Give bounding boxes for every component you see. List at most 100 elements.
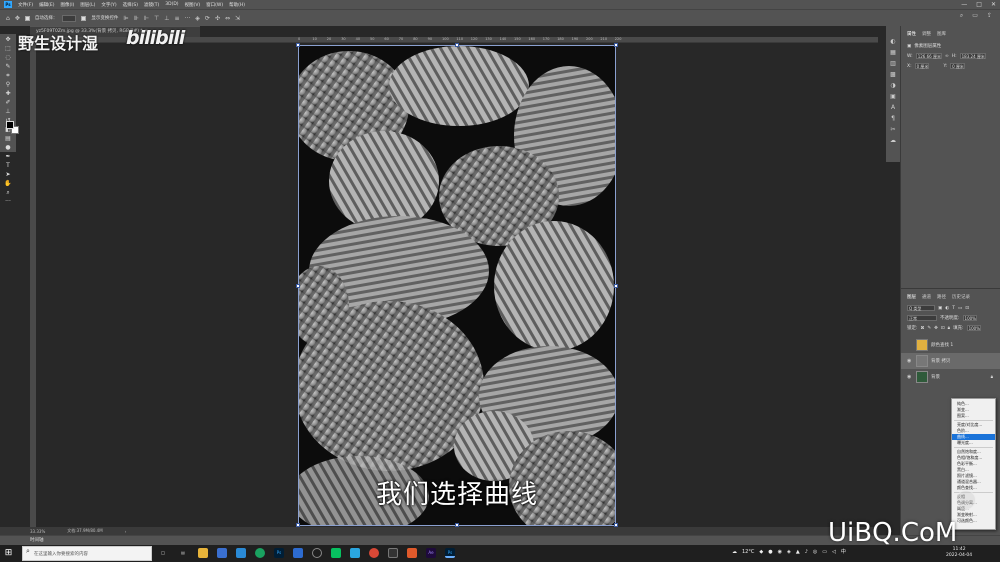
menu-item-3d[interactable]: 3D(D) [165,2,178,7]
pen-tool-icon[interactable]: ✒ [0,153,16,160]
stamp-tool-icon[interactable]: ⊥ [0,108,16,115]
tab-paths[interactable]: 路径 [937,294,946,300]
visibility-eye-icon[interactable]: ◉ [907,358,913,364]
gradient-tool-icon[interactable]: ▤ [0,135,16,142]
marquee-tool-icon[interactable]: ⬚ [0,45,16,52]
photoshop-active-icon[interactable]: Ps [445,548,455,558]
menu-item-view[interactable]: 视图(V) [185,2,201,8]
auto-select-checkbox[interactable] [24,15,30,21]
menu-item-help[interactable]: 帮助(H) [229,2,245,8]
height-field[interactable]: 183.24 厘米 [959,53,986,59]
photoshop-taskbar-icon[interactable]: Ps [274,548,284,558]
app-icon[interactable] [293,548,303,558]
blend-mode-dropdown[interactable]: 正常 [907,315,937,321]
brush-tool-icon[interactable]: ✐ [0,99,16,106]
lock-artboard-icon[interactable]: ⊡ [941,326,945,331]
doc-size-readout[interactable]: 文档:37.9M/80.4M [67,528,102,534]
tray-app-icon[interactable]: ◈ [787,549,791,555]
menu-item-edit[interactable]: 编辑(E) [39,2,54,8]
tray-app-icon[interactable]: ◎ [813,549,817,555]
3d-rotate-icon[interactable]: ⟳ [205,15,210,22]
color-panel-icon[interactable]: ◐ [890,38,895,46]
align-middle-icon[interactable]: ⊥ [164,15,169,22]
status-arrow-icon[interactable]: › [125,529,127,534]
lock-position-icon[interactable]: ✥ [934,326,938,331]
show-transform-checkbox[interactable] [81,15,87,21]
foreground-color-swatch[interactable] [6,121,14,129]
windows-start-icon[interactable]: ⊞ [3,548,14,559]
healing-brush-icon[interactable]: ✚ [0,90,16,97]
zoom-readout[interactable]: 33.33% [30,529,45,534]
app-icon[interactable] [407,548,417,558]
align-center-icon[interactable]: ⊪ [134,15,139,22]
lock-paint-icon[interactable]: ✎ [927,326,931,331]
file-explorer-icon[interactable] [198,548,208,558]
eyedropper-tool-icon[interactable]: ⚲ [0,81,16,88]
transform-handle[interactable] [614,43,618,47]
layer-filter-dropdown[interactable]: Q 类型 [907,305,935,311]
ime-icon[interactable]: 中 [841,548,846,555]
tab-adjustments[interactable]: 调整 [922,31,931,37]
width-field[interactable]: 126.66 厘米 [915,53,942,59]
menu-item-layer[interactable]: 图层(L) [80,2,95,8]
more-options-icon[interactable]: ··· [185,15,191,22]
3d-slide-icon[interactable]: ⇔ [225,15,230,22]
hand-tool-icon[interactable]: ✋ [0,180,16,187]
link-icon[interactable]: ∞ [945,54,949,59]
align-right-icon[interactable]: ⊩ [144,15,149,22]
tray-app-icon[interactable]: ◉ [778,549,782,555]
menu-item-color-lookup[interactable]: 颜色查找... [952,485,995,491]
fill-field[interactable]: 100% [966,325,982,331]
wechat-icon[interactable] [331,548,341,558]
transform-handle[interactable] [614,284,618,288]
tab-libraries[interactable]: 图库 [937,31,946,37]
menu-item-filter[interactable]: 滤镜(T) [144,2,159,8]
paragraph-panel-icon[interactable]: ¶ [891,115,895,123]
dodge-tool-icon[interactable]: ● [0,144,16,151]
menu-item-image[interactable]: 图像(I) [60,2,74,8]
volume-icon[interactable]: ◁ [832,549,836,555]
quick-select-tool-icon[interactable]: ✎ [0,63,16,70]
3d-mode-icon[interactable]: ◈ [195,15,200,22]
menu-item-file[interactable]: 文件(F) [18,2,33,8]
app-icon[interactable] [350,548,360,558]
adjustments-panel-icon[interactable]: ◑ [890,82,895,90]
microphone-icon[interactable]: ♪ [805,549,808,555]
taskbar-clock[interactable]: 11:42 2022-04-04 [946,547,972,559]
weather-temp[interactable]: 12°C [742,549,754,555]
3d-scale-icon[interactable]: ⇲ [235,15,240,22]
close-button[interactable]: ✕ [991,1,996,8]
widgets-icon[interactable]: ▤ [178,548,188,558]
tab-layers[interactable]: 图层 [907,294,916,300]
lock-pixels-icon[interactable]: ⊠ [921,326,925,331]
home-icon[interactable]: ⌂ [6,15,10,22]
character-panel-icon[interactable]: A [891,104,895,112]
maximize-button[interactable]: □ [976,1,982,8]
swatches-panel-icon[interactable]: ▦ [890,49,896,57]
lasso-tool-icon[interactable]: ◌ [0,54,16,61]
y-field[interactable]: 0 厘米 [950,63,965,69]
app-icon[interactable] [217,548,227,558]
menu-item-exposure[interactable]: 曝光度... [952,440,995,446]
filter-pixel-icon[interactable]: ▣ [938,306,942,311]
filter-type-icon[interactable]: T [952,306,955,311]
menu-item-pattern[interactable]: 图案... [952,413,995,419]
opacity-field[interactable]: 100% [962,315,977,321]
search-icon[interactable]: ⌕ [960,12,963,20]
layer-row[interactable]: ◉ 背景 🔒︎ [901,369,1000,385]
transform-handle[interactable] [296,284,300,288]
tool-presets-icon[interactable]: ✂ [890,126,895,134]
move-tool-icon[interactable]: ✥ [0,36,16,43]
weather-icon[interactable]: ☁ [732,549,737,555]
menu-item-select[interactable]: 选择(S) [123,2,138,8]
libraries-panel-icon[interactable]: ▣ [890,93,896,101]
filter-smart-icon[interactable]: ⊡ [965,306,969,311]
layer-row-selected[interactable]: ◉ 背景 拷贝 [901,353,1000,369]
minimize-button[interactable]: — [961,1,967,8]
workspace-icon[interactable]: ▭ [972,12,978,20]
patterns-panel-icon[interactable]: ▩ [890,71,896,79]
menu-item-type[interactable]: 文字(Y) [101,2,116,8]
tray-app-icon[interactable]: ● [768,549,772,555]
align-top-icon[interactable]: ⊤ [154,15,159,22]
type-tool-icon[interactable]: T [0,162,16,169]
